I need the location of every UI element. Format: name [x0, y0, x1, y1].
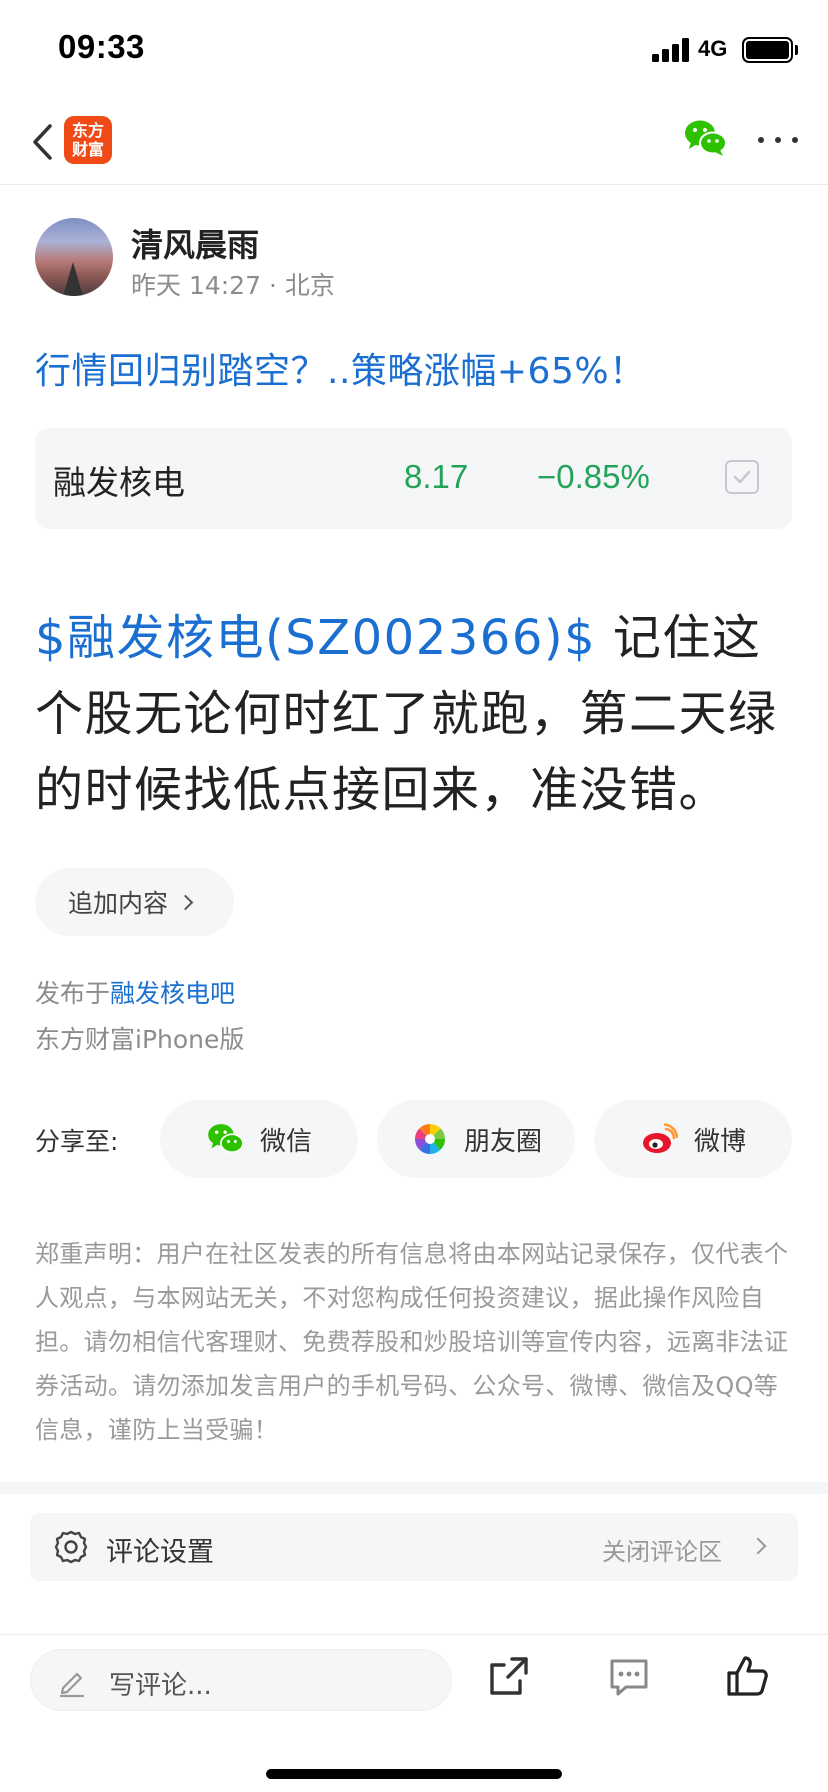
back-button[interactable]	[22, 118, 62, 166]
published-in: 发布于融发核电吧	[35, 974, 235, 1010]
share-label: 分享至:	[35, 1127, 119, 1156]
author-header: 清风晨雨 昨天 14:27 · 北京	[35, 218, 795, 300]
battery-tip	[795, 45, 798, 55]
share-moments-button[interactable]: 朋友圈	[377, 1100, 575, 1178]
eastmoney-logo[interactable]: 东方 财富	[64, 116, 112, 164]
like-icon[interactable]	[724, 1653, 770, 1699]
weibo-icon	[640, 1119, 680, 1159]
comment-placeholder: 写评论...	[109, 1671, 212, 1701]
stock-name: 融发核电	[53, 463, 185, 502]
share-moments-label: 朋友圈	[463, 1126, 542, 1157]
share-wechat-label: 微信	[259, 1126, 312, 1157]
client-source: 东方财富iPhone版	[35, 1025, 245, 1054]
comment-settings-label: 评论设置	[106, 1537, 214, 1568]
back-icon	[33, 124, 52, 160]
share-wechat-button[interactable]: 微信	[160, 1100, 358, 1178]
author-name[interactable]: 清风晨雨	[131, 220, 259, 266]
battery-icon	[742, 37, 793, 63]
comment-icon[interactable]	[606, 1653, 652, 1699]
add-content-label: 追加内容	[68, 889, 169, 918]
more-icon[interactable]	[758, 128, 798, 152]
avatar[interactable]	[35, 218, 113, 296]
comment-input[interactable]: 写评论...	[30, 1649, 452, 1711]
stock-change: −0.85%	[537, 458, 650, 495]
comment-settings-row[interactable]: 评论设置 关闭评论区	[30, 1513, 798, 1581]
share-weibo-button[interactable]: 微博	[594, 1100, 792, 1178]
disclaimer-text: 郑重声明：用户在社区发表的所有信息将由本网站记录保存，仅代表个人观点，与本网站无…	[35, 1240, 789, 1444]
check-icon	[733, 470, 751, 484]
moments-icon	[410, 1119, 450, 1159]
post-title[interactable]: 行情回归别踏空？..策略涨幅+65%！	[35, 342, 646, 394]
wechat-icon	[206, 1119, 246, 1159]
add-watchlist-checkbox[interactable]	[725, 460, 759, 494]
chevron-right-icon	[749, 1537, 767, 1555]
signal-icon	[652, 38, 690, 62]
home-indicator	[266, 1769, 562, 1779]
post-meta: 昨天 14:27 · 北京	[131, 271, 335, 300]
share-row: 分享至: 微信 朋友圈 微博	[35, 1100, 795, 1178]
navbar: 东方 财富	[0, 100, 828, 185]
status-bar: 09:33 4G	[0, 0, 828, 100]
gear-icon	[52, 1528, 90, 1566]
section-divider	[0, 1482, 828, 1494]
chevron-right-icon	[177, 894, 194, 910]
logo-line-1: 东方	[71, 121, 104, 140]
published-prefix: 发布于	[35, 979, 111, 1008]
share-icon[interactable]	[486, 1653, 532, 1699]
status-time: 09:33	[58, 28, 145, 65]
share-weibo-label: 微博	[693, 1126, 746, 1157]
bottom-action-bar: 写评论...	[0, 1634, 828, 1792]
network-type: 4G	[698, 36, 728, 61]
wechat-share-icon[interactable]	[684, 118, 728, 162]
pencil-icon	[59, 1672, 85, 1698]
add-content-button[interactable]: 追加内容	[35, 868, 234, 936]
stock-bar-link[interactable]: 融发核电吧	[110, 979, 235, 1008]
logo-line-2: 财富	[71, 140, 104, 159]
close-comments-label[interactable]: 关闭评论区	[602, 1532, 722, 1567]
stock-price: 8.17	[404, 458, 469, 495]
stock-link[interactable]: $融发核电(SZ002366)$	[35, 610, 596, 666]
post-body: $融发核电(SZ002366)$ 记住这个股无论何时红了就跑，第二天绿的时候找低…	[35, 600, 797, 828]
stock-card[interactable]: 融发核电 8.17 −0.85%	[35, 428, 792, 529]
